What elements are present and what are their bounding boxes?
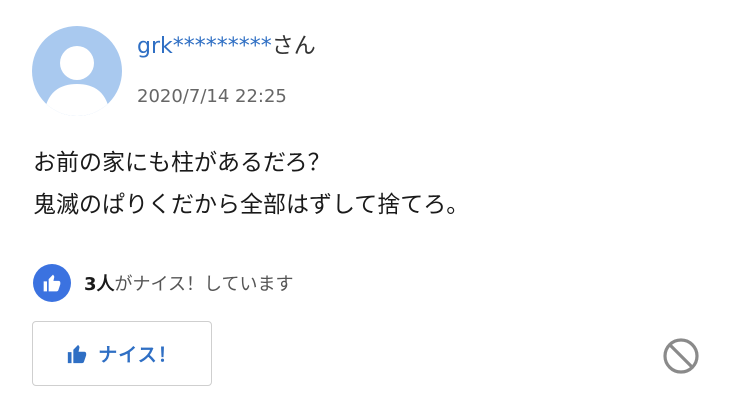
comment-line: 鬼滅のぱりくだから全部はずして捨てろ。 [33, 192, 470, 218]
user-avatar[interactable] [32, 26, 122, 116]
like-count: 3人 [84, 274, 115, 295]
like-summary-text: 3人がナイス！しています [84, 270, 293, 296]
comment-timestamp: 2020/7/14 22:25 [137, 86, 287, 107]
prohibited-icon[interactable] [661, 336, 701, 376]
nice-button-label: ナイス！ [98, 344, 178, 366]
like-summary-suffix: がナイス！しています [114, 274, 294, 295]
thumbs-up-icon [68, 344, 87, 363]
thumbs-up-icon [33, 264, 71, 302]
default-user-avatar-icon [44, 46, 110, 116]
nice-button[interactable]: ナイス！ [32, 321, 212, 386]
user-name: grk*********さん [137, 32, 316, 62]
user-honorific: さん [271, 34, 316, 59]
like-summary: 3人がナイス！しています [33, 264, 293, 302]
user-id-link[interactable]: grk********* [137, 34, 272, 59]
comment-line: お前の家にも柱があるだろ？ [33, 150, 331, 176]
comment-body: お前の家にも柱があるだろ？ 鬼滅のぱりくだから全部はずして捨てろ。 [33, 142, 469, 226]
